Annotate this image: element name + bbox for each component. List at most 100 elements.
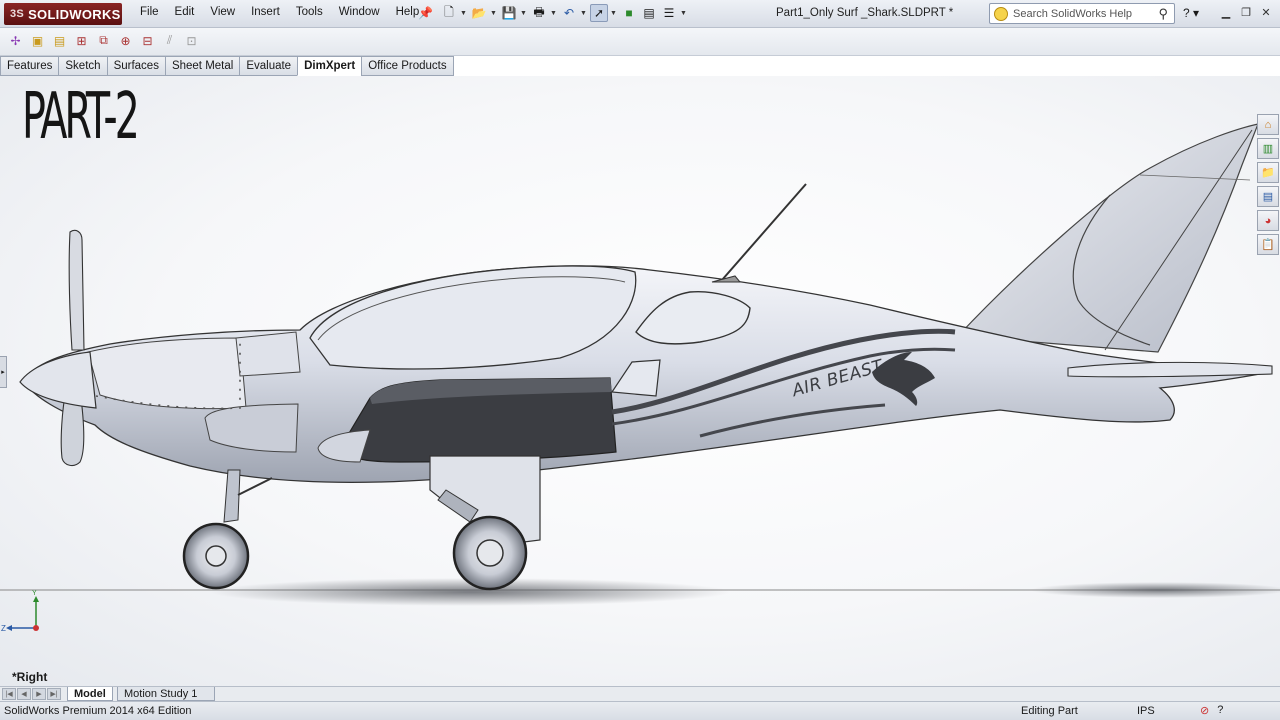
select-arrow-icon[interactable]: ➚ — [590, 4, 608, 22]
chevron-down-icon[interactable]: ▼ — [580, 10, 588, 17]
aircraft-model — [0, 123, 1280, 606]
custom-properties-icon[interactable]: 📋 — [1257, 234, 1279, 255]
menu-tools[interactable]: Tools — [288, 6, 331, 18]
zoom-to-area-icon[interactable]: ⊕ — [520, 76, 538, 78]
new-document-icon[interactable]: 🗋 — [440, 4, 458, 22]
tab-sketch[interactable]: Sketch — [58, 56, 107, 76]
design-library-icon[interactable]: ▥ — [1257, 138, 1279, 159]
chevron-down-icon[interactable]: ▼ — [678, 76, 686, 78]
file-properties-icon[interactable]: ▤ — [640, 4, 658, 22]
undo-icon[interactable]: ↶ — [560, 4, 578, 22]
chevron-down-icon[interactable]: ▼ — [610, 10, 618, 17]
chevron-down-icon[interactable]: ▼ — [490, 10, 498, 17]
pattern-feature-icon[interactable]: ⧉ — [94, 31, 113, 50]
chevron-down-icon[interactable]: ▼ — [795, 76, 803, 78]
tab-features[interactable]: Features — [0, 56, 59, 76]
save-icon[interactable]: 💾 — [500, 4, 518, 22]
window-controls: ▁ ❐ ✕ — [1218, 4, 1274, 20]
menu-window[interactable]: Window — [331, 6, 388, 18]
task-pane: ⌂ ▥ 📁 ▤ ◕ 📋 — [1257, 114, 1279, 255]
menu-view[interactable]: View — [202, 6, 243, 18]
options-icon[interactable]: ☰ — [660, 4, 678, 22]
close-icon[interactable]: ✕ — [1258, 4, 1274, 20]
cowl-panel — [235, 331, 301, 377]
previous-view-icon[interactable]: ↖ — [583, 76, 601, 78]
editing-mode-text: Editing Part — [1021, 705, 1078, 717]
command-manager: ✢ ▣ ▤ ⊞ ⧉ ⊕ ⊟ ⫽ ⊡ — [0, 28, 1280, 56]
hide-show-icon[interactable]: 👁 — [689, 76, 707, 78]
home-icon[interactable]: ⌂ — [1257, 114, 1279, 135]
tab-model[interactable]: Model — [67, 687, 113, 701]
chevron-down-icon[interactable]: ▼ — [763, 76, 771, 78]
tab-sheet-metal[interactable]: Sheet Metal — [164, 56, 240, 76]
tab-evaluate[interactable]: Evaluate — [239, 56, 298, 76]
antenna — [721, 183, 807, 281]
appearances-icon[interactable]: ◕ — [1257, 210, 1279, 231]
chevron-down-icon[interactable]: ▼ — [550, 10, 558, 17]
logo-text: SOLIDWORKS — [28, 6, 121, 22]
tab-motion-study[interactable]: Motion Study 1 — [117, 687, 215, 701]
chevron-down-icon[interactable]: ▼ — [646, 76, 654, 78]
tail-shadow — [1030, 582, 1280, 598]
tab-surfaces[interactable]: Surfaces — [106, 56, 165, 76]
auto-dimension-icon[interactable]: ▣ — [28, 31, 47, 50]
geometric-tolerance-icon[interactable]: ⊟ — [138, 31, 157, 50]
chevron-down-icon[interactable]: ▼ — [520, 10, 528, 17]
help-icon[interactable]: ? — [1217, 704, 1223, 717]
view-orientation-icon[interactable]: ◈ — [625, 76, 643, 78]
propeller-blade-top — [68, 229, 85, 351]
previous-tab-icon[interactable]: ◀ — [17, 688, 31, 700]
solidworks-logo[interactable]: 3S SOLIDWORKS — [4, 3, 122, 25]
minimize-icon[interactable]: ▁ — [1218, 4, 1234, 20]
search-input[interactable]: Search SolidWorks Help ⚲ — [989, 3, 1175, 24]
rebuild-status-icon[interactable]: ⊘ — [1200, 704, 1209, 717]
scene-icon[interactable]: ⬢ — [742, 76, 760, 78]
spinner — [19, 351, 97, 409]
open-folder-icon[interactable]: 📂 — [470, 4, 488, 22]
document-title: Part1_Only Surf _Shark.SLDPRT * — [776, 7, 954, 19]
chevron-down-icon[interactable]: ▼ — [710, 76, 718, 78]
menu-file[interactable]: File — [132, 6, 167, 18]
section-view-icon[interactable]: ◧ — [604, 76, 622, 78]
restore-icon[interactable]: ❐ — [1238, 4, 1254, 20]
file-explorer-icon[interactable]: 📁 — [1257, 162, 1279, 183]
video-overlay-title: PART-2 — [22, 80, 140, 154]
help-icon[interactable]: ? ▾ — [1183, 6, 1199, 20]
chevron-down-icon[interactable]: ▼ — [460, 10, 468, 17]
heads-up-view-toolbar: ✥ ⌕ ⊕ ⌕ ⊙ ↖ ◧ ◈ ▼ ▣ ▼ 👁 ▼ ◐ ⬢ ▼ ▦ ▼ — [478, 76, 803, 78]
next-tab-icon[interactable]: ▶ — [32, 688, 46, 700]
view-palette-icon[interactable]: ▤ — [1257, 186, 1279, 207]
tab-dimxpert[interactable]: DimXpert — [297, 56, 362, 76]
nose-wheel-hub — [205, 545, 227, 567]
move-icon[interactable]: ✥ — [478, 76, 496, 78]
unit-system[interactable]: IPS — [1137, 705, 1155, 717]
pin-menu-icon[interactable]: 📌 — [418, 6, 433, 20]
search-placeholder: Search SolidWorks Help — [1013, 7, 1133, 20]
graphics-area[interactable]: AIR BEAST ✥ ⌕ ⊕ ⌕ ⊙ ↖ ◧ ◈ ▼ ▣ ▼ 👁 ▼ ◐ ⬢ … — [0, 76, 1280, 686]
lightbulb-icon — [994, 6, 1008, 21]
location-dimension-icon[interactable]: ⊞ — [72, 31, 91, 50]
size-dimension-icon[interactable]: ▤ — [50, 31, 69, 50]
last-tab-icon[interactable]: ▶| — [47, 688, 61, 700]
datum-icon[interactable]: ✢ — [6, 31, 25, 50]
zoom-selection-icon[interactable]: ⊙ — [562, 76, 580, 78]
appearance-icon[interactable]: ◐ — [721, 76, 739, 78]
title-bar: 3S SOLIDWORKS File Edit View Insert Tool… — [0, 0, 1280, 28]
main-wheel-hub — [476, 539, 504, 567]
rebuild-icon[interactable]: ■ — [620, 4, 638, 22]
show-tolerance-icon[interactable]: ⫽ — [160, 31, 179, 50]
view-settings-icon[interactable]: ▦ — [774, 76, 792, 78]
tab-office-products[interactable]: Office Products — [361, 56, 454, 76]
copy-scheme-icon[interactable]: ⊡ — [182, 31, 201, 50]
datum-target-icon[interactable]: ⊕ — [116, 31, 135, 50]
menu-edit[interactable]: Edit — [167, 6, 203, 18]
menu-insert[interactable]: Insert — [243, 6, 288, 18]
zoom-to-fit-icon[interactable]: ⌕ — [499, 76, 517, 78]
first-tab-icon[interactable]: |◀ — [2, 688, 16, 700]
print-icon[interactable]: 🖶 — [530, 4, 548, 22]
feature-tree-expand-handle[interactable]: ▸ — [0, 356, 7, 388]
chevron-down-icon[interactable]: ▼ — [680, 10, 688, 17]
zoom-icon[interactable]: ⌕ — [541, 76, 559, 78]
search-icon[interactable]: ⚲ — [1158, 6, 1168, 22]
display-style-icon[interactable]: ▣ — [657, 76, 675, 78]
